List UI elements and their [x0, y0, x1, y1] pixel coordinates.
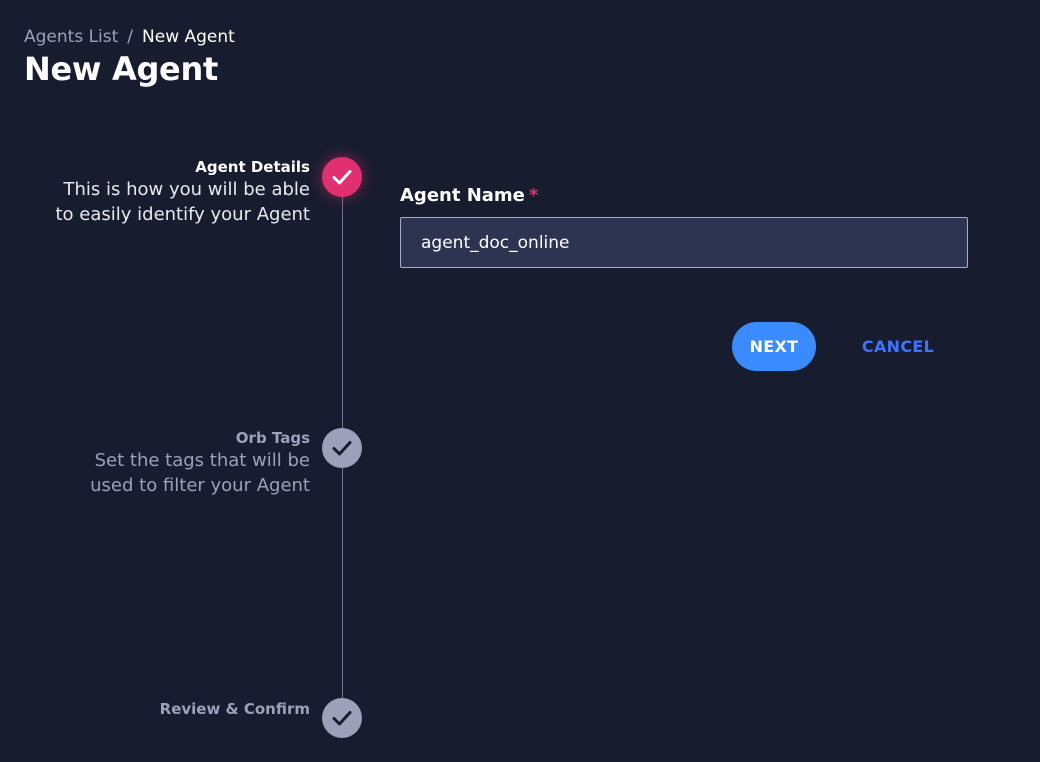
agent-name-input[interactable]	[400, 217, 968, 268]
new-agent-page: Agents List / New Agent New Agent Agent …	[0, 0, 1040, 762]
step-agent-details[interactable]: Agent Details This is how you will be ab…	[20, 157, 311, 227]
breadcrumb-separator: /	[127, 27, 134, 47]
step-description-line: used to filter your Agent	[90, 475, 310, 496]
next-button[interactable]: NEXT	[732, 322, 816, 371]
cancel-button[interactable]: CANCEL	[852, 322, 944, 371]
check-icon	[332, 441, 352, 456]
breadcrumb-current: New Agent	[142, 27, 235, 47]
step-review-confirm-indicator[interactable]	[322, 698, 362, 738]
breadcrumb-agents-list-link[interactable]: Agents List	[24, 26, 118, 48]
breadcrumb: Agents List / New Agent	[24, 26, 235, 48]
check-icon	[332, 711, 352, 726]
step-title: Orb Tags	[235, 429, 310, 447]
check-icon	[332, 170, 352, 185]
agent-name-label: Agent Name *	[400, 184, 538, 208]
step-description-line: This is how you will be able	[63, 179, 310, 200]
step-title: Review & Confirm	[159, 700, 310, 718]
step-orb-tags-indicator[interactable]	[322, 428, 362, 468]
step-description-line: Set the tags that will be	[94, 450, 310, 471]
agent-name-label-text: Agent Name	[400, 185, 525, 206]
step-description-line: to easily identify your Agent	[55, 204, 311, 225]
step-agent-details-indicator[interactable]	[322, 157, 362, 197]
step-review-confirm[interactable]: Review & Confirm	[20, 699, 310, 719]
required-marker: *	[528, 185, 539, 206]
step-orb-tags[interactable]: Orb Tags Set the tags that will be used …	[20, 428, 310, 498]
step-title: Agent Details	[195, 158, 310, 176]
page-title: New Agent	[24, 50, 218, 88]
